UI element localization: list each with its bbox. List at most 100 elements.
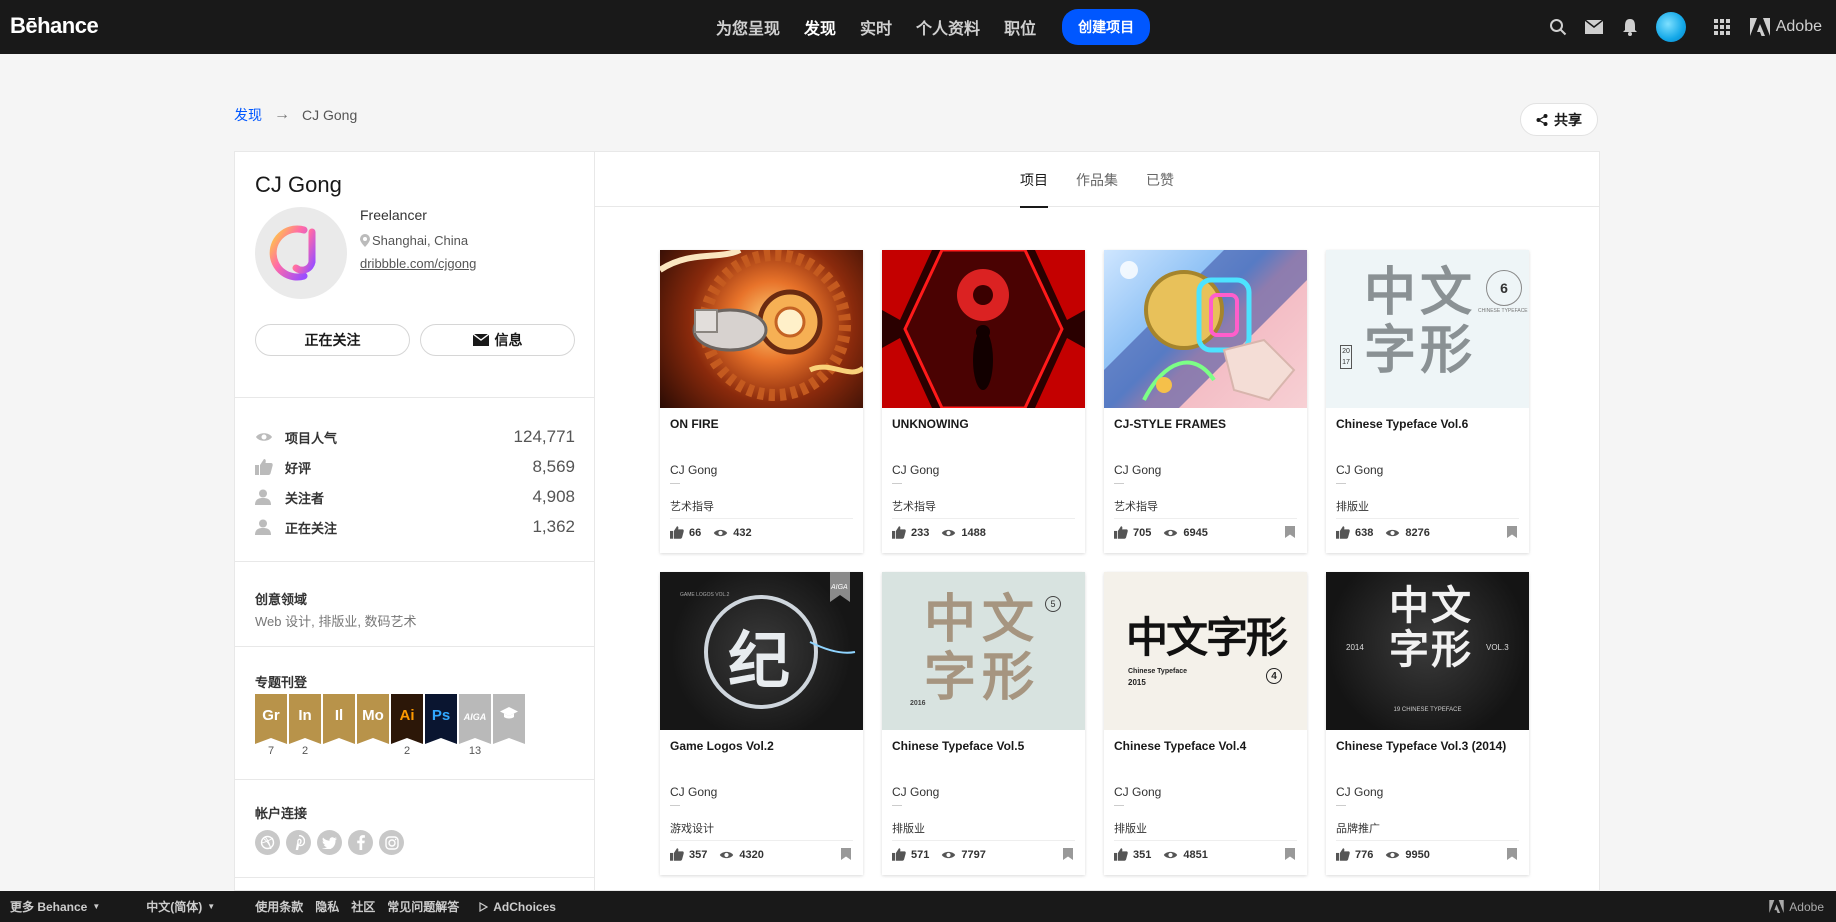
bookmark-icon[interactable]	[1507, 526, 1517, 538]
tab-projects[interactable]: 项目	[1020, 152, 1048, 208]
project-field[interactable]: 排版业	[1336, 498, 1369, 514]
project-field[interactable]: 游戏设计	[670, 820, 714, 836]
nav-link-profile[interactable]: 个人资料	[916, 15, 980, 39]
project-title[interactable]: Chinese Typeface Vol.3 (2014)	[1336, 739, 1521, 753]
facebook-icon[interactable]	[348, 830, 373, 855]
footer-link-terms[interactable]: 使用条款	[255, 898, 303, 915]
project-title[interactable]: ON FIRE	[670, 417, 855, 431]
tab-moodboards[interactable]: 作品集	[1076, 152, 1118, 207]
project-cover-on-fire[interactable]	[660, 250, 863, 408]
badge-graphic-design[interactable]: Gr 7	[255, 694, 287, 758]
project-card[interactable]: CJ-STYLE FRAMES CJ Gong 艺术指导 705 6945	[1104, 250, 1307, 553]
search-icon[interactable]	[1548, 17, 1568, 37]
nav-link-live[interactable]: 实时	[860, 15, 892, 39]
project-title[interactable]: Chinese Typeface Vol.5	[892, 739, 1077, 753]
bookmark-icon[interactable]	[1285, 526, 1295, 538]
eye-icon	[255, 428, 275, 446]
badge-education[interactable]	[493, 694, 525, 758]
project-cover-cj-style-frames[interactable]	[1104, 250, 1307, 408]
badge-motion[interactable]: Mo	[357, 694, 389, 758]
twitter-icon[interactable]	[317, 830, 342, 855]
divider	[670, 483, 680, 484]
project-cover-typeface-vol6[interactable]: 中文 字形 6 CHINESE TYPEFACE 2017	[1326, 250, 1529, 408]
badge-illustrator[interactable]: Ai 2	[391, 694, 423, 758]
following-button[interactable]: 正在关注	[255, 324, 410, 356]
badge-illustration[interactable]: Il	[323, 694, 355, 758]
project-cover-unknowing[interactable]	[882, 250, 1085, 408]
project-card[interactable]: 中文 字形 2014 VOL.3 19 CHINESE TYPEFACE Chi…	[1326, 572, 1529, 875]
bookmark-icon[interactable]	[1285, 848, 1295, 860]
project-card[interactable]: 中文 字形 6 CHINESE TYPEFACE 2017 Chinese Ty…	[1326, 250, 1529, 553]
breadcrumb-discover-link[interactable]: 发现	[234, 105, 262, 125]
tab-appreciated[interactable]: 已赞	[1146, 152, 1174, 207]
project-title[interactable]: Chinese Typeface Vol.4	[1114, 739, 1299, 753]
adobe-link[interactable]: Adobe	[1749, 18, 1822, 36]
apps-grid-icon[interactable]	[1712, 17, 1732, 37]
bookmark-icon[interactable]	[1507, 848, 1517, 860]
project-owner[interactable]: CJ Gong	[892, 463, 939, 477]
nav-right-tools: Adobe	[1532, 0, 1822, 54]
footer-link-privacy[interactable]: 隐私	[315, 898, 339, 915]
project-cover-typeface-vol3[interactable]: 中文 字形 2014 VOL.3 19 CHINESE TYPEFACE	[1326, 572, 1529, 730]
message-button[interactable]: 信息	[420, 324, 575, 356]
project-title[interactable]: UNKNOWING	[892, 417, 1077, 431]
project-title[interactable]: Chinese Typeface Vol.6	[1336, 417, 1521, 431]
language-dropdown[interactable]: 中文(简体) ▼	[146, 898, 215, 915]
badge-aiga[interactable]: AIGA 13	[459, 694, 491, 758]
project-cover-game-logos-vol2[interactable]: 纪 GAME LOGOS VOL.2 AIGA	[660, 572, 863, 730]
project-card[interactable]: 纪 GAME LOGOS VOL.2 AIGA Game Logos Vol.2…	[660, 572, 863, 875]
footer-link-faq[interactable]: 常见问题解答	[387, 898, 459, 915]
badge-interaction[interactable]: In 2	[289, 694, 321, 758]
bookmark-icon[interactable]	[841, 848, 851, 860]
nav-link-jobs[interactable]: 职位	[1004, 15, 1036, 39]
project-cover-typeface-vol5[interactable]: 中文 字形 5 2016	[882, 572, 1085, 730]
footer-adobe-link[interactable]: Adobe	[1769, 900, 1824, 914]
project-owner[interactable]: CJ Gong	[670, 785, 717, 799]
project-field[interactable]: 排版业	[892, 820, 925, 836]
badge-photoshop[interactable]: Ps	[425, 694, 457, 758]
pinterest-icon[interactable]	[286, 830, 311, 855]
project-owner[interactable]: CJ Gong	[892, 785, 939, 799]
project-field[interactable]: 品牌推广	[1336, 820, 1380, 836]
profile-website-link[interactable]: dribbble.com/cjgong	[360, 256, 476, 271]
bookmark-icon[interactable]	[1063, 848, 1073, 860]
project-owner[interactable]: CJ Gong	[1114, 785, 1161, 799]
project-field[interactable]: 排版业	[1114, 820, 1147, 836]
profile-avatar[interactable]	[255, 207, 347, 299]
dribbble-icon[interactable]	[255, 830, 280, 855]
project-owner[interactable]: CJ Gong	[1336, 785, 1383, 799]
eye-icon	[1164, 529, 1178, 536]
project-title[interactable]: Game Logos Vol.2	[670, 739, 855, 753]
more-behance-dropdown[interactable]: 更多 Behance ▼	[10, 898, 100, 915]
project-field[interactable]: 艺术指导	[1114, 498, 1158, 514]
project-card[interactable]: ON FIRE CJ Gong 艺术指导 66 432	[660, 250, 863, 553]
project-title[interactable]: CJ-STYLE FRAMES	[1114, 417, 1299, 431]
divider	[1114, 805, 1124, 806]
project-owner[interactable]: CJ Gong	[1336, 463, 1383, 477]
project-owner[interactable]: CJ Gong	[1114, 463, 1161, 477]
project-owner[interactable]: CJ Gong	[670, 463, 717, 477]
project-stats: 705 6945	[1114, 526, 1220, 539]
project-card[interactable]: 中文字形 Chinese Typeface 2015 4 Chinese Typ…	[1104, 572, 1307, 875]
project-field[interactable]: 艺术指导	[892, 498, 936, 514]
share-button[interactable]: 共享	[1520, 103, 1598, 136]
nav-link-for-you[interactable]: 为您呈现	[716, 15, 780, 39]
create-project-button[interactable]: 创建项目	[1062, 9, 1151, 45]
behance-logo[interactable]: Bēhance	[10, 13, 99, 39]
account-links-title: 帐户连接	[255, 806, 308, 821]
features-title: 专题刊登	[255, 675, 308, 690]
project-grid: ON FIRE CJ Gong 艺术指导 66 432 UNKNOWING CJ…	[660, 250, 1529, 875]
user-avatar[interactable]	[1655, 12, 1686, 42]
instagram-icon[interactable]	[379, 830, 404, 855]
bell-icon[interactable]	[1620, 17, 1640, 37]
project-card[interactable]: UNKNOWING CJ Gong 艺术指导 233 1488	[882, 250, 1085, 553]
project-cover-typeface-vol4[interactable]: 中文字形 Chinese Typeface 2015 4	[1104, 572, 1307, 730]
nav-link-discover[interactable]: 发现	[804, 15, 836, 39]
project-card[interactable]: 中文 字形 5 2016 Chinese Typeface Vol.5 CJ G…	[882, 572, 1085, 875]
project-field[interactable]: 艺术指导	[670, 498, 714, 514]
adchoices-link[interactable]: AdChoices	[479, 900, 556, 914]
cover-big-text-top: 中文	[924, 591, 1041, 649]
breadcrumb: 发现 → CJ Gong	[234, 105, 357, 125]
mail-icon[interactable]	[1584, 17, 1604, 37]
footer-link-community[interactable]: 社区	[351, 898, 375, 915]
